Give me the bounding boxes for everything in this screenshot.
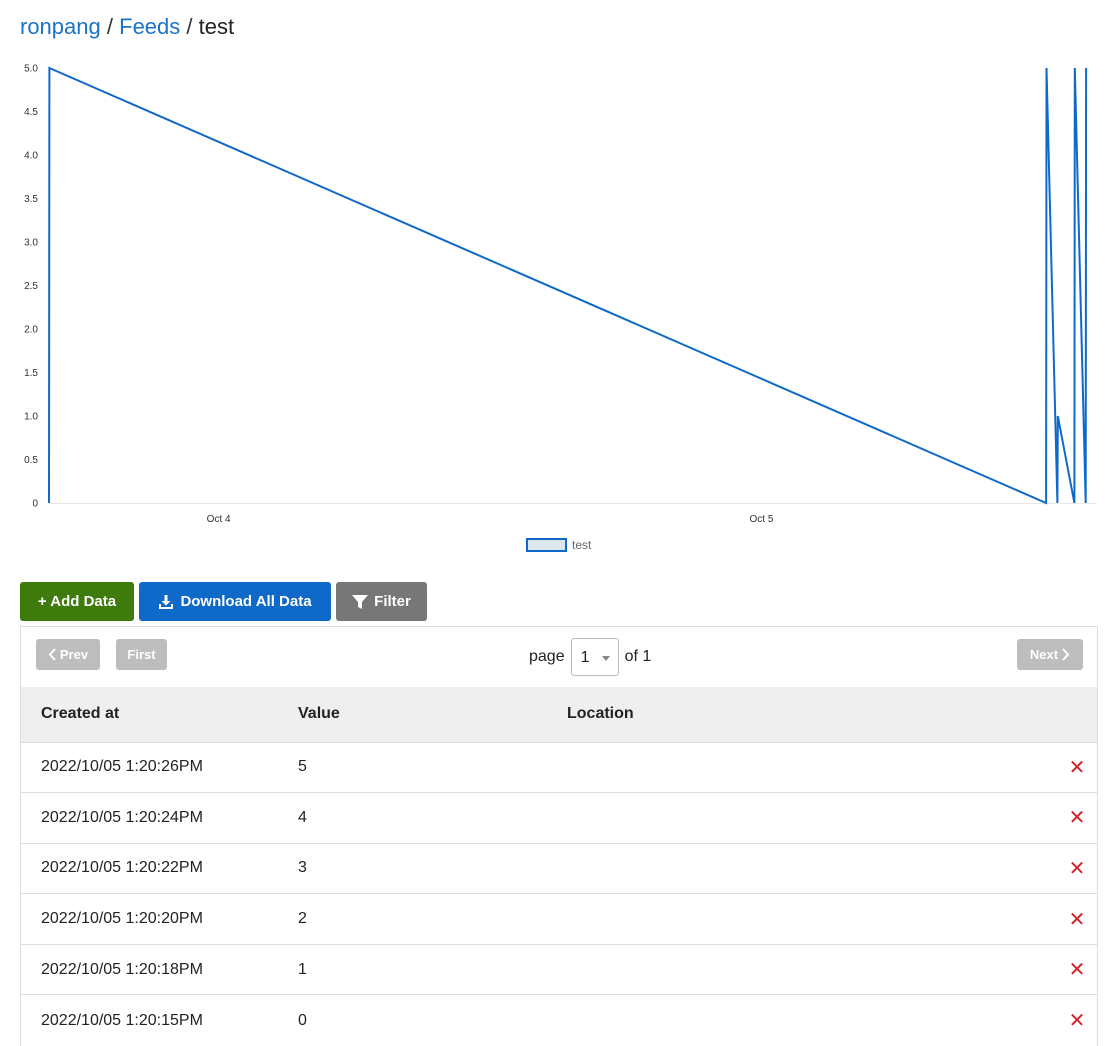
feed-chart: 0 0.5 1.0 1.5 2.0 2.5 3.0 3.5 4.0 4.5 5.0 Oct 4 Oct … xyxy=(24,64,1097,552)
y-tick-label: 1.0 xyxy=(24,412,38,423)
cell-value: 2 xyxy=(298,910,307,928)
download-all-data-button[interactable]: Download All Data xyxy=(139,582,331,621)
cell-created-at: 2022/10/05 1:20:24PM xyxy=(41,808,203,826)
prev-button[interactable]: Prev xyxy=(36,639,100,670)
legend-swatch xyxy=(526,538,567,552)
add-data-label: + Add Data xyxy=(37,593,117,610)
breadcrumb-feeds-link[interactable]: Feeds xyxy=(119,14,180,39)
first-label: First xyxy=(127,647,156,662)
pagination-bar: Prev First page 1 of 1 Next xyxy=(21,627,1097,687)
table-row: 2022/10/05 1:20:20PM 2 ✕ xyxy=(21,893,1097,945)
page-select-value: 1 xyxy=(580,649,590,666)
cell-location xyxy=(567,995,1057,1046)
y-tick-label: 3.0 xyxy=(24,238,38,249)
cell-location xyxy=(567,793,1057,844)
caret-down-icon xyxy=(601,656,610,661)
table-row: 2022/10/05 1:20:24PM 4 ✕ xyxy=(21,792,1097,844)
table-header-row: Created at Value Location xyxy=(21,687,1097,742)
column-header-created-at: Created at xyxy=(41,705,120,723)
y-tick-label: 4.0 xyxy=(24,151,38,162)
y-tick-label: 0.5 xyxy=(24,455,38,466)
delete-close-icon[interactable]: ✕ xyxy=(1069,858,1086,880)
cell-value: 4 xyxy=(298,808,307,826)
delete-close-icon[interactable]: ✕ xyxy=(1069,1010,1086,1032)
table-row: 2022/10/05 1:20:26PM 5 ✕ xyxy=(21,742,1097,793)
x-tick-label: Oct 4 xyxy=(207,514,231,525)
cell-location xyxy=(567,742,1057,793)
y-tick-label: 1.5 xyxy=(24,368,38,379)
page-total-label: of 1 xyxy=(624,648,652,665)
first-button[interactable]: First xyxy=(116,639,167,670)
cell-value: 3 xyxy=(298,859,307,877)
breadcrumb: ronpang / Feeds / test xyxy=(20,12,234,42)
column-header-location: Location xyxy=(567,705,634,723)
cell-location xyxy=(567,944,1057,995)
data-panel: Prev First page 1 of 1 Next Created at V… xyxy=(20,626,1098,1046)
cell-created-at: 2022/10/05 1:20:15PM xyxy=(41,1011,203,1029)
next-label: Next xyxy=(1029,647,1059,662)
column-header-value: Value xyxy=(298,705,340,723)
filter-label: Filter xyxy=(374,593,411,610)
delete-close-icon[interactable]: ✕ xyxy=(1069,909,1086,931)
cell-created-at: 2022/10/05 1:20:18PM xyxy=(41,960,203,978)
chevron-left-icon xyxy=(48,648,56,661)
page-label: page xyxy=(529,648,565,665)
table-row: 2022/10/05 1:20:18PM 1 ✕ xyxy=(21,944,1097,995)
cell-value: 1 xyxy=(298,960,307,978)
filter-icon xyxy=(352,594,369,609)
y-tick-label: 5.0 xyxy=(24,64,38,75)
x-tick-label: Oct 5 xyxy=(750,514,774,525)
cell-value: 0 xyxy=(298,1011,307,1029)
y-tick-label: 2.0 xyxy=(24,325,38,336)
download-icon xyxy=(159,594,174,609)
breadcrumb-user-link[interactable]: ronpang xyxy=(20,14,101,39)
legend-label: test xyxy=(572,538,592,552)
y-tick-label: 0 xyxy=(32,499,38,510)
y-tick-label: 3.5 xyxy=(24,194,38,205)
data-table: Created at Value Location 2022/10/05 1:2… xyxy=(21,687,1097,1046)
page-select[interactable]: 1 xyxy=(570,638,619,676)
column-header-actions xyxy=(1057,687,1097,742)
page-indicator: page 1 of 1 xyxy=(529,637,651,677)
delete-close-icon[interactable]: ✕ xyxy=(1069,959,1086,981)
cell-created-at: 2022/10/05 1:20:22PM xyxy=(41,859,203,877)
y-tick-label: 4.5 xyxy=(24,107,38,118)
delete-close-icon[interactable]: ✕ xyxy=(1069,807,1086,829)
cell-value: 5 xyxy=(298,758,307,776)
prev-label: Prev xyxy=(59,647,89,662)
filter-button[interactable]: Filter xyxy=(336,582,427,621)
cell-created-at: 2022/10/05 1:20:20PM xyxy=(41,910,203,928)
table-row: 2022/10/05 1:20:15PM 0 ✕ xyxy=(21,994,1097,1046)
chevron-right-icon xyxy=(1062,648,1070,661)
table-row: 2022/10/05 1:20:22PM 3 ✕ xyxy=(21,843,1097,894)
page-title: test xyxy=(198,14,235,39)
y-tick-label: 2.5 xyxy=(24,281,38,292)
delete-close-icon[interactable]: ✕ xyxy=(1069,757,1086,779)
next-button[interactable]: Next xyxy=(1017,639,1083,670)
add-data-button[interactable]: + Add Data xyxy=(20,582,134,621)
cell-location xyxy=(567,843,1057,894)
breadcrumb-separator: / xyxy=(186,14,193,39)
cell-location xyxy=(567,894,1057,945)
cell-created-at: 2022/10/05 1:20:26PM xyxy=(41,758,203,776)
breadcrumb-separator: / xyxy=(106,14,113,39)
series-line xyxy=(48,66,1088,505)
download-all-data-label: Download All Data xyxy=(180,593,312,610)
